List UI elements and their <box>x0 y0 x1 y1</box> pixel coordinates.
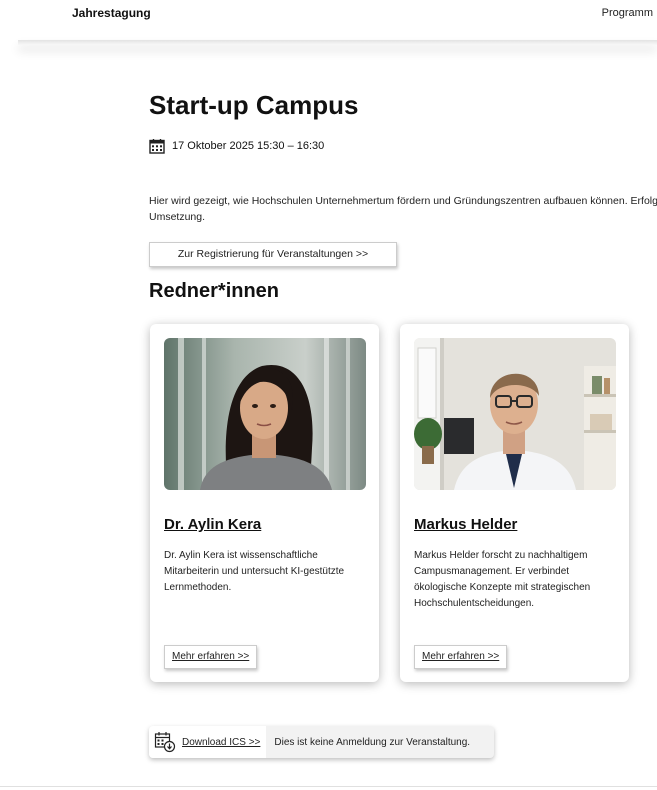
event-date-row: 17 Oktober 2025 15:30 – 16:30 <box>149 138 324 154</box>
footer-divider <box>0 786 657 787</box>
speaker-card: Markus Helder Markus Helder forscht zu n… <box>400 324 629 682</box>
nav-link-programm[interactable]: Programm <box>602 7 653 19</box>
download-ics-button[interactable]: Download ICS >> <box>149 726 267 758</box>
speaker-name[interactable]: Dr. Aylin Kera <box>164 516 261 533</box>
page-title: Start-up Campus <box>149 90 359 120</box>
event-description-line: Umsetzung. <box>149 211 206 223</box>
header-divider <box>18 40 657 45</box>
speaker-bio: Dr. Aylin Kera ist wissenschaftliche Mit… <box>164 550 345 593</box>
event-date: 17 Oktober 2025 15:30 – 16:30 <box>172 140 325 152</box>
registration-button[interactable]: Zur Registrierung für Veranstaltungen >> <box>149 242 397 267</box>
speakers-heading: Redner*innen <box>149 280 280 302</box>
learn-more-button[interactable]: Mehr erfahren >> <box>414 645 508 669</box>
calendar-icon <box>149 139 165 154</box>
top-navigation: Jahrestagung Programm <box>0 0 657 30</box>
event-description-line: Hier wird gezeigt, wie Hochschulen Unter… <box>149 195 657 207</box>
download-ics-label: Download ICS >> <box>182 736 261 748</box>
speaker-photo <box>414 338 616 490</box>
event-description: Hier wird gezeigt, wie Hochschulen Unter… <box>149 193 657 225</box>
speaker-photo <box>164 338 366 490</box>
ics-note: Dies ist keine Anmeldung zur Veranstaltu… <box>274 736 471 748</box>
calendar-download-icon <box>154 732 176 753</box>
brand-title[interactable]: Jahrestagung <box>72 6 151 20</box>
speaker-card: Dr. Aylin Kera Dr. Aylin Kera ist wissen… <box>150 324 379 682</box>
speaker-name[interactable]: Markus Helder <box>414 516 517 533</box>
ics-download-bar: Download ICS >> Dies ist keine Anmeldung… <box>149 726 494 758</box>
learn-more-button[interactable]: Mehr erfahren >> <box>164 645 258 669</box>
speaker-bio: Markus Helder forscht zu nachhaltigem Ca… <box>414 550 591 609</box>
